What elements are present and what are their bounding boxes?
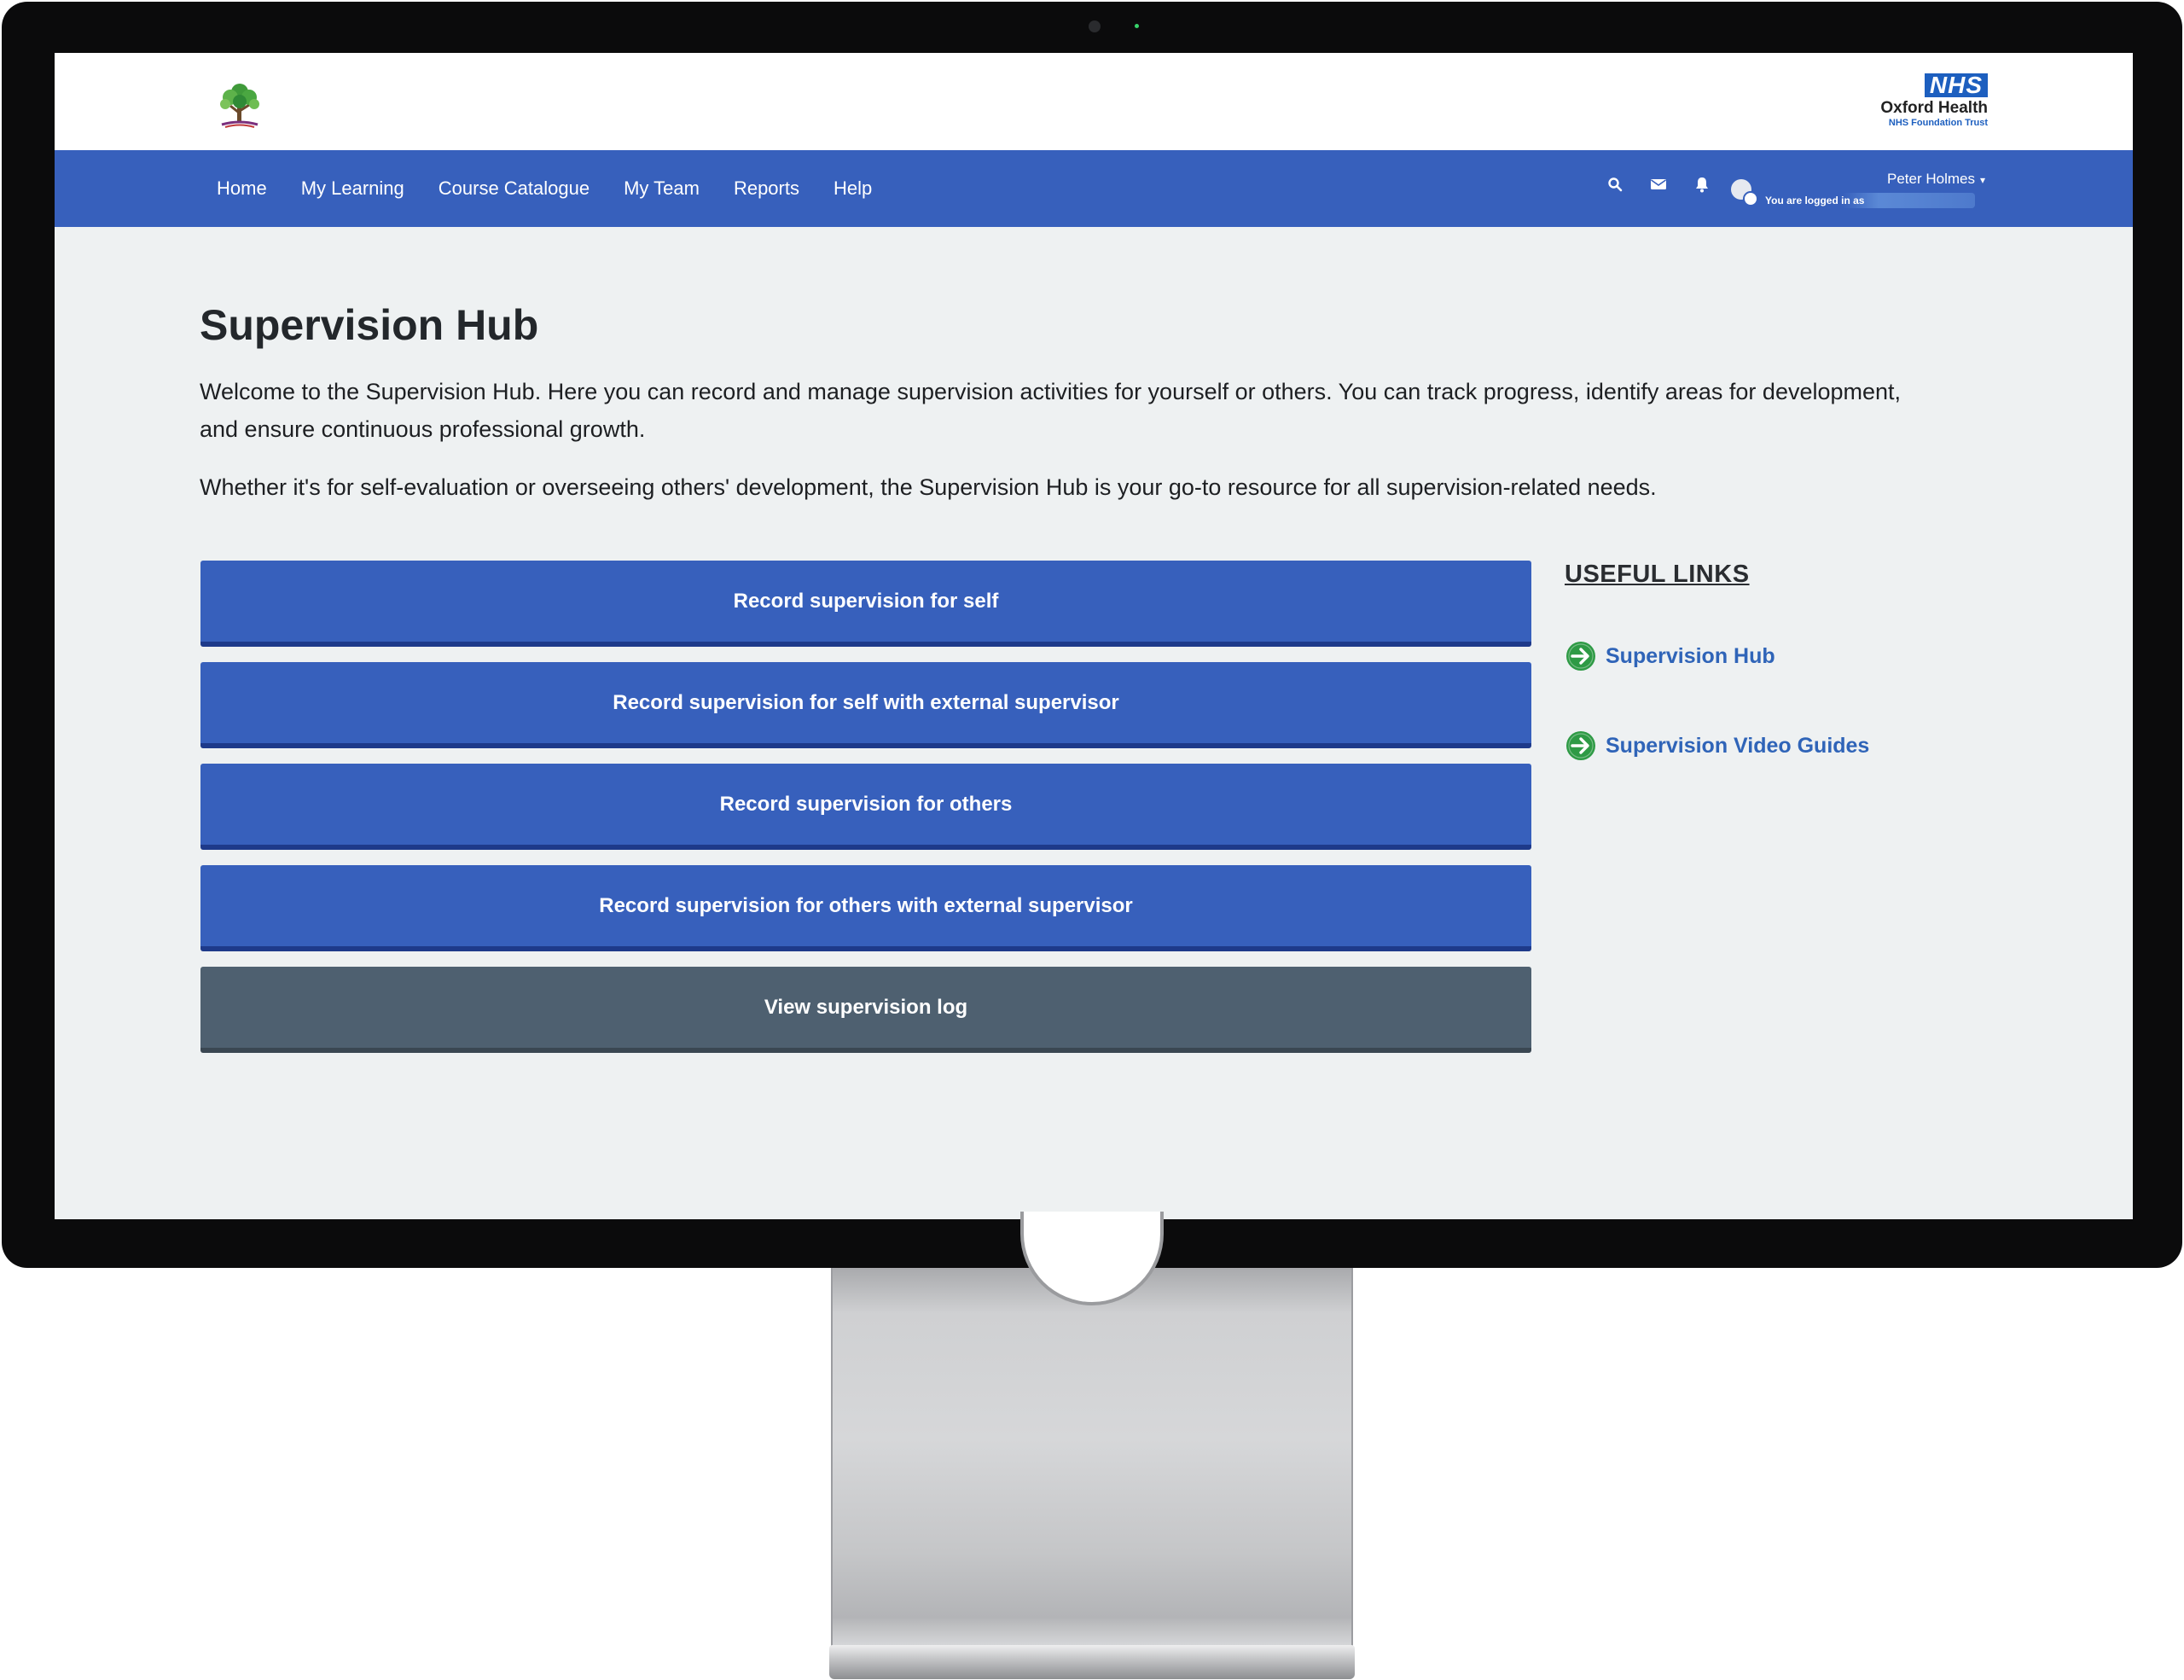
page-title: Supervision Hub xyxy=(200,301,539,349)
link-label[interactable]: Supervision Hub xyxy=(1606,644,1775,669)
camera-icon xyxy=(1089,20,1101,32)
org-name: Oxford Health xyxy=(1880,99,1988,117)
monitor-stand-base xyxy=(829,1645,1355,1679)
chevron-down-icon[interactable]: ▾ xyxy=(1980,174,1985,186)
user-menu[interactable]: Peter Holmes ▾ You are logged in as xyxy=(1731,166,1987,213)
nhs-badge: NHS xyxy=(1924,73,1988,97)
monitor-stand xyxy=(831,1268,1353,1648)
nav-item-help[interactable]: Help xyxy=(834,177,872,200)
nav-item-reports[interactable]: Reports xyxy=(734,177,799,200)
mail-icon[interactable] xyxy=(1650,177,1667,191)
trust-name: NHS Foundation Trust xyxy=(1888,118,1988,128)
monitor-frame: NHS Oxford Health NHS Foundation Trust H… xyxy=(2,2,2182,1268)
intro-paragraph-2: Whether it's for self-evaluation or over… xyxy=(200,474,1657,500)
record-supervision-self-button[interactable]: Record supervision for self xyxy=(200,561,1531,647)
nhs-logo: NHS Oxford Health NHS Foundation Trust xyxy=(1851,73,1988,129)
record-supervision-others-button[interactable]: Record supervision for others xyxy=(200,764,1531,850)
useful-links-heading: USEFUL LINKS xyxy=(1565,561,1750,588)
screen: NHS Oxford Health NHS Foundation Trust H… xyxy=(55,53,2133,1219)
action-list: Record supervision for self Record super… xyxy=(200,561,1531,1068)
tree-logo-icon[interactable] xyxy=(213,78,266,131)
search-icon[interactable] xyxy=(1607,177,1623,192)
useful-links: USEFUL LINKS Supervision Hub Supervision… xyxy=(1565,561,1923,819)
arrow-right-circle-icon xyxy=(1565,640,1597,672)
main-nav: Home My Learning Course Catalogue My Tea… xyxy=(55,150,2133,227)
record-supervision-others-external-button[interactable]: Record supervision for others with exter… xyxy=(200,865,1531,951)
camera-light xyxy=(1135,24,1139,28)
user-name[interactable]: Peter Holmes xyxy=(1887,171,1975,188)
view-supervision-log-button[interactable]: View supervision log xyxy=(200,967,1531,1053)
record-supervision-self-external-button[interactable]: Record supervision for self with externa… xyxy=(200,662,1531,748)
link-supervision-video-guides[interactable]: Supervision Video Guides xyxy=(1565,730,1923,762)
avatar[interactable] xyxy=(1731,179,1758,206)
nav-item-course-catalogue[interactable]: Course Catalogue xyxy=(439,177,590,200)
nav-menu: Home My Learning Course Catalogue My Tea… xyxy=(217,150,872,227)
bell-icon[interactable] xyxy=(1694,176,1710,193)
logged-in-label: You are logged in as xyxy=(1762,193,1975,208)
intro-paragraph: Welcome to the Supervision Hub. Here you… xyxy=(200,379,1902,442)
nav-item-my-team[interactable]: My Team xyxy=(624,177,700,200)
nav-item-my-learning[interactable]: My Learning xyxy=(301,177,404,200)
link-supervision-hub[interactable]: Supervision Hub xyxy=(1565,640,1923,672)
link-label[interactable]: Supervision Video Guides xyxy=(1606,734,1869,759)
nav-item-home[interactable]: Home xyxy=(217,177,267,200)
nav-icons xyxy=(1607,176,1710,193)
site-header: NHS Oxford Health NHS Foundation Trust xyxy=(55,53,2133,150)
arrow-right-circle-icon xyxy=(1565,730,1597,762)
